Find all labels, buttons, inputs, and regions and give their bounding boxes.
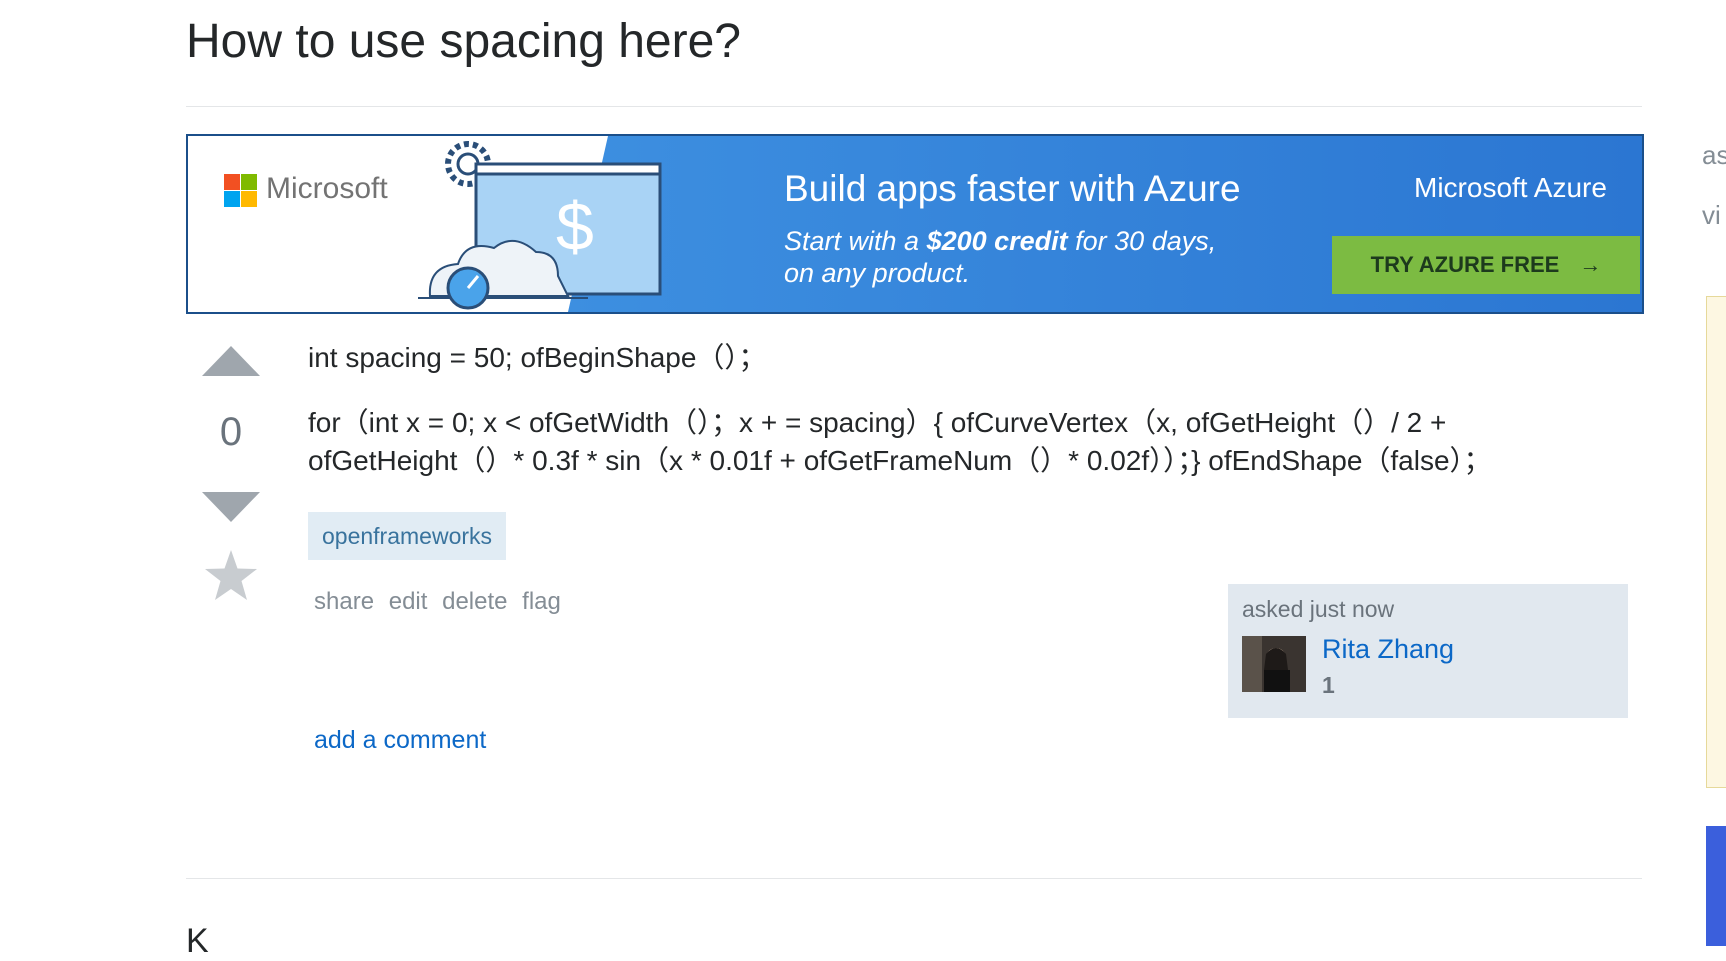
cta-label: TRY AZURE FREE xyxy=(1370,252,1560,277)
post-menu: share edit delete flag xyxy=(314,588,569,616)
post-body-line-2: for（int x = 0; x < ofGetWidth（）；x + = sp… xyxy=(308,407,1447,438)
sidebar-fragment-viewed: vi xyxy=(1702,200,1721,230)
ad-headline: Build apps faster with Azure xyxy=(784,168,1241,209)
post-body-line-1: int spacing = 50; ofBeginShape（）； xyxy=(308,342,767,373)
ad-sub-prefix: Start with a xyxy=(784,226,927,256)
edit-link[interactable]: edit xyxy=(389,588,428,615)
add-comment-link[interactable]: add a comment xyxy=(314,726,486,755)
ad-brand: Microsoft Azure xyxy=(1414,172,1607,203)
try-azure-button[interactable]: TRY AZURE FREE → xyxy=(1332,236,1640,294)
question-title[interactable]: How to use spacing here? xyxy=(186,14,741,69)
avatar[interactable] xyxy=(1242,636,1306,692)
microsoft-logo-icon xyxy=(224,174,258,208)
share-link[interactable]: share xyxy=(314,588,374,615)
avatar-photo-icon xyxy=(1242,636,1306,692)
owner-name-link[interactable]: Rita Zhang xyxy=(1322,634,1454,665)
favorite-star-icon[interactable] xyxy=(203,548,259,604)
ad-subline-1: Start with a $200 credit for 30 days, xyxy=(784,226,1216,257)
post-body-line-3: ofGetHeight（）* 0.3f * sin（x * 0.01f + of… xyxy=(308,445,1492,476)
azure-illustration-icon: $ xyxy=(418,141,662,310)
sidebar-fragment-asked: as xyxy=(1702,140,1726,170)
upvote-icon[interactable] xyxy=(202,346,260,376)
ad-sub-suffix: for 30 days, xyxy=(1067,226,1217,256)
arrow-right-icon: → xyxy=(1579,252,1602,277)
azure-ad-banner[interactable]: Microsoft $ Build apps faster with Azure… xyxy=(186,134,1644,314)
share-prompt-text: K xyxy=(186,922,209,960)
svg-text:$: $ xyxy=(556,189,594,265)
ad-sub-bold: $200 credit xyxy=(926,226,1068,256)
downvote-icon[interactable] xyxy=(202,492,260,522)
owner-reputation: 1 xyxy=(1322,672,1335,698)
ad-subline-2: on any product. xyxy=(784,258,971,288)
flag-link[interactable]: flag xyxy=(522,588,561,615)
ad-company-name: Microsoft xyxy=(266,172,388,205)
delete-link[interactable]: delete xyxy=(442,588,507,615)
vote-count: 0 xyxy=(219,410,243,454)
owner-card: asked just now Rita Zhang 1 xyxy=(1228,584,1628,718)
header-divider xyxy=(186,106,1642,107)
sidebar-button[interactable] xyxy=(1706,826,1726,946)
sidebar-widget xyxy=(1706,296,1726,788)
post-body-code: for（int x = 0; x < ofGetWidth（）；x + = sp… xyxy=(308,404,1492,480)
section-divider xyxy=(186,878,1642,879)
tag-openframeworks[interactable]: openframeworks xyxy=(308,512,507,560)
asked-time: asked just now xyxy=(1242,596,1395,622)
